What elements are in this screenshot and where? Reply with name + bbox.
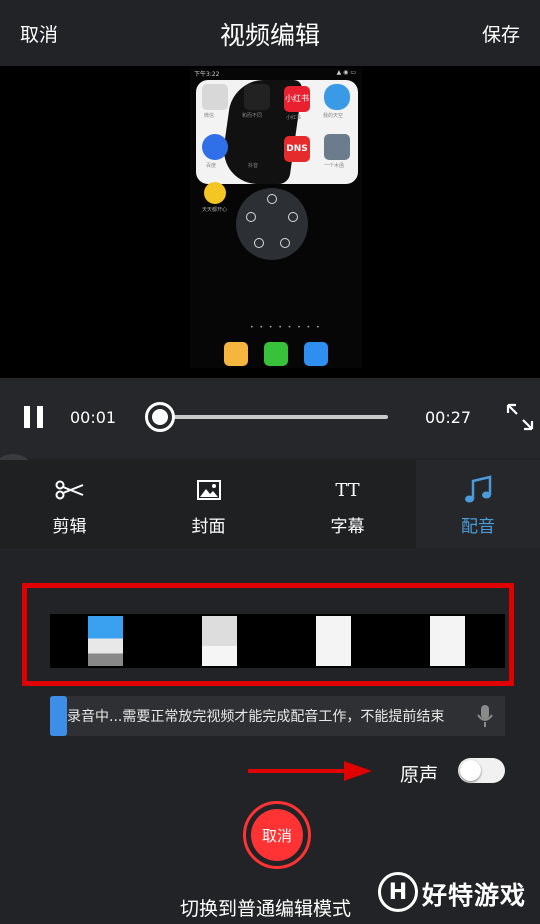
total-time: 00:27 — [425, 408, 472, 427]
floating-assistant-wheel — [236, 188, 308, 260]
frame-thumb — [316, 616, 351, 666]
tool-cover-label: 封面 — [191, 517, 226, 537]
top-bar: 取消 视频编辑 保存 — [0, 0, 540, 66]
status-icons: ▲ ◉ ▭ — [336, 69, 356, 76]
xhs-text: 小红书 — [285, 94, 309, 103]
save-button[interactable]: 保存 — [482, 20, 520, 47]
video-preview[interactable]: 下午3:22 ▲ ◉ ▭ 小红书 DNS 微信 和而不同 小红书 我的天空 百度… — [0, 66, 540, 378]
tool-dubbing-label: 配音 — [461, 517, 495, 537]
pause-icon[interactable] — [24, 406, 44, 428]
progress-track[interactable] — [160, 415, 388, 419]
cancel-record-label: 取消 — [251, 809, 303, 861]
text-icon-glyph: TT — [335, 479, 360, 501]
app-icon-4 — [202, 134, 228, 160]
original-sound-toggle[interactable] — [458, 758, 505, 783]
recording-progress-marker — [50, 696, 67, 736]
current-time: 00:01 — [70, 408, 117, 427]
recording-bar: 录音中...需要正常放完视频才能完成配音工作，不能提前结束 — [50, 696, 505, 736]
app-label-4: 百度 — [206, 163, 217, 169]
fullscreen-icon[interactable] — [505, 402, 535, 432]
wheel-dot — [254, 238, 264, 248]
status-time: 下午3:22 — [194, 71, 220, 78]
app-icon-7 — [324, 134, 350, 160]
wheel-dot — [280, 238, 290, 248]
music-note-icon — [416, 474, 540, 506]
progress-knob[interactable] — [145, 402, 175, 432]
tool-subtitle-label: 字幕 — [330, 517, 365, 537]
app-icon-0 — [202, 84, 228, 110]
tool-dubbing[interactable]: 配音 — [416, 460, 540, 548]
dns-text: DNS — [286, 144, 308, 154]
app-label-8: 天天都开心 — [202, 207, 228, 213]
app-label-0: 微信 — [204, 113, 215, 119]
player-controls: 00:01 00:27 — [0, 378, 540, 458]
wheel-dot — [267, 194, 277, 204]
app-label-7: 一个木函 — [324, 163, 345, 169]
frame-thumb — [202, 616, 237, 666]
tool-subtitle[interactable]: TT 字幕 — [278, 460, 417, 548]
recording-status-text: 录音中...需要正常放完视频才能完成配音工作，不能提前结束 — [67, 709, 445, 725]
app-label-1: 和而不同 — [242, 113, 263, 119]
frame-thumb — [88, 616, 123, 666]
app-icon-1 — [244, 84, 270, 110]
dock-green-icon — [264, 342, 288, 366]
watermark-text: 好特游戏 — [422, 881, 527, 910]
tool-trim[interactable]: 剪辑 — [0, 460, 139, 548]
text-icon: TT — [278, 474, 417, 506]
edit-toolbar: 剪辑 封面 TT 字幕 配音 — [0, 460, 540, 548]
switch-normal-mode-link[interactable]: 切换到普通编辑模式 — [180, 894, 351, 921]
wheel-dot — [288, 212, 298, 222]
app-icon-6: DNS — [284, 136, 310, 162]
app-label-5: 抖音 — [248, 163, 259, 169]
scissors-icon — [0, 474, 139, 506]
pointer-arrow — [248, 761, 372, 781]
app-icon-3 — [324, 84, 350, 110]
site-watermark: H 好特游戏 — [378, 872, 534, 914]
tool-cover[interactable]: 封面 — [139, 460, 278, 548]
watermark-logo: H — [378, 872, 418, 912]
wheel-dot — [246, 212, 256, 222]
app-label-2: 小红书 — [286, 115, 302, 121]
phone-screen-recording: 下午3:22 ▲ ◉ ▭ 小红书 DNS 微信 和而不同 小红书 我的天空 百度… — [190, 68, 362, 368]
app-icon-5 — [244, 132, 270, 158]
page-title: 视频编辑 — [219, 21, 320, 50]
frame-thumb — [430, 616, 465, 666]
wallpaper: 小红书 DNS 微信 和而不同 小红书 我的天空 百度 抖音 一个木函 — [196, 80, 358, 184]
app-icon-2: 小红书 — [284, 86, 310, 112]
page-indicator: • • • • • • • • — [250, 324, 322, 331]
frame-strip[interactable] — [50, 614, 505, 668]
cancel-record-button[interactable]: 取消 — [243, 801, 311, 869]
original-sound-label: 原声 — [400, 764, 439, 786]
microphone-icon[interactable] — [477, 704, 493, 728]
image-icon — [139, 474, 278, 506]
app-icon-8 — [204, 182, 226, 204]
dock-blue-icon — [304, 342, 328, 366]
tool-trim-label: 剪辑 — [52, 517, 87, 537]
dock-folder-icon — [224, 342, 248, 366]
app-label-3: 我的天空 — [323, 113, 344, 119]
